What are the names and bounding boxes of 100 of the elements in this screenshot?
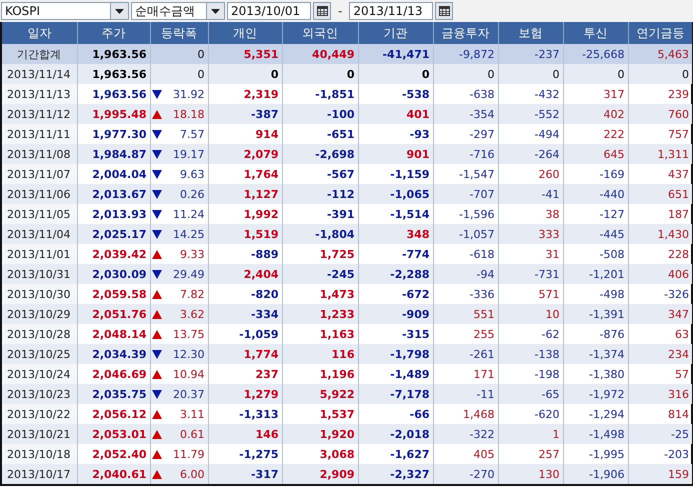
table-cell: 651 [628,184,692,204]
table-cell: -41 [498,184,563,204]
table-cell: -2,698 [282,144,358,164]
price-cell: 2,034.39 [77,344,150,364]
column-header[interactable]: 외국인 [282,22,358,44]
column-header[interactable]: 주가 [77,22,150,44]
table-cell: -716 [433,144,498,164]
column-header[interactable]: 등락폭 [150,22,208,44]
table-cell: 901 [358,144,433,164]
change-value: 3.62 [180,308,204,320]
date-cell: 2013/10/28 [2,324,77,344]
table-cell: 1,233 [282,304,358,324]
table-cell: -245 [282,264,358,284]
change-value: 29.49 [173,268,204,280]
table-cell: 1,430 [628,224,692,244]
table-cell: 10 [498,304,563,324]
table-cell: -1,798 [358,344,433,364]
table-cell: -322 [433,424,498,444]
table-cell: 551 [433,304,498,324]
table-cell: 645 [563,144,628,164]
table-cell: 0 [282,64,358,84]
table-cell: 146 [208,424,282,444]
column-header[interactable]: 일자 [2,22,77,44]
price-cell: 2,013.67 [77,184,150,204]
change-value: 6.00 [180,468,204,480]
change-value: 18.18 [173,108,204,120]
change-value: 11.24 [173,208,204,220]
table-cell: 116 [282,344,358,364]
change-value: 10.94 [173,368,204,380]
change-value: 9.63 [180,168,204,180]
table-cell: 406 [628,264,692,284]
table-cell: -2,018 [358,424,433,444]
calendar-button[interactable] [313,2,331,20]
table-cell: -552 [498,104,563,124]
table-cell: 402 [563,104,628,124]
table-cell: -334 [208,304,282,324]
table-cell: 5,463 [628,44,692,64]
date-cell: 2013/10/22 [2,404,77,424]
table-cell: 1 [498,424,563,444]
price-cell: 1,963.56 [77,64,150,84]
calendar-icon [438,6,450,16]
market-dropdown[interactable]: KOSPI [1,2,129,20]
table-cell: -1,201 [563,264,628,284]
table-cell: -264 [498,144,563,164]
table-cell: -731 [498,264,563,284]
change-value: 31.92 [173,88,204,100]
date-range-separator: - [337,4,344,18]
date-cell: 2013/11/14 [2,64,77,84]
table-cell: 2,909 [282,464,358,484]
column-header[interactable]: 금융투자 [433,22,498,44]
date-cell: 2013/10/18 [2,444,77,464]
date-cell: 2013/11/05 [2,204,77,224]
calendar-icon [316,6,328,16]
table-cell: -237 [498,44,563,64]
date-cell: 2013/10/31 [2,264,77,284]
table-cell: -138 [498,344,563,364]
change-value: 11.79 [173,448,204,460]
change-value: 0.61 [180,428,204,440]
column-header[interactable]: 기관 [358,22,433,44]
table-cell: -94 [433,264,498,284]
table-cell: -354 [433,104,498,124]
date-cell: 2013/10/30 [2,284,77,304]
table-cell: 333 [498,224,563,244]
date-cell: 2013/11/08 [2,144,77,164]
table-cell: 348 [358,224,433,244]
table-cell: 5,922 [282,384,358,404]
table-cell: 0 [498,64,563,84]
end-date-field[interactable]: 2013/11/13 [349,2,434,20]
table-cell: -25 [628,424,692,444]
table-cell: 760 [628,104,692,124]
date-cell: 2013/11/01 [2,244,77,264]
column-header[interactable]: 투신 [563,22,628,44]
price-cell: 1,984.87 [77,144,150,164]
price-cell: 2,035.75 [77,384,150,404]
price-cell: 2,025.17 [77,224,150,244]
table-cell: 5,351 [208,44,282,64]
price-cell: 2,040.61 [77,464,150,484]
table-cell: 1,311 [628,144,692,164]
price-cell: 1,995.48 [77,104,150,124]
change-value: 12.30 [173,348,204,360]
table-cell: -9,872 [433,44,498,64]
column-header[interactable]: 개인 [208,22,282,44]
change-value: 0 [198,68,204,80]
date-cell: 2013/11/11 [2,124,77,144]
table-cell: -261 [433,344,498,364]
start-date-field[interactable]: 2013/10/01 [227,2,311,20]
measure-dropdown[interactable]: 순매수금액 [131,2,225,20]
column-header[interactable]: 보험 [498,22,563,44]
table-cell: -41,471 [358,44,433,64]
column-header[interactable]: 연기금등 [628,22,692,44]
table-cell: 40,449 [282,44,358,64]
change-value: 14.25 [173,228,204,240]
table-cell: -11 [433,384,498,404]
table-cell: 234 [628,344,692,364]
date-cell: 2013/10/21 [2,424,77,444]
table-cell: 2,079 [208,144,282,164]
table-cell: -909 [358,304,433,324]
calendar-button[interactable] [435,2,454,20]
change-value: 7.82 [180,288,204,300]
table-cell: -387 [208,104,282,124]
